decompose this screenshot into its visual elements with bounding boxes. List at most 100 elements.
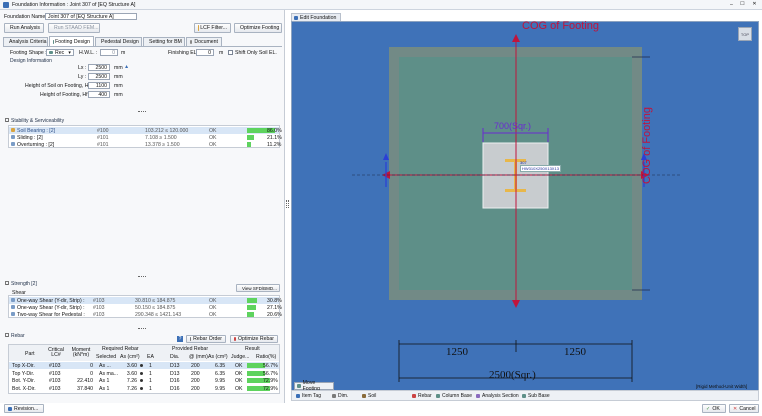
optimize-rebar-button[interactable]: Optimize Rebar [230, 335, 278, 343]
rebar-at[interactable]: 200 [191, 371, 200, 377]
toggle-icon [296, 393, 300, 398]
view-toggle-4[interactable]: Column Base [436, 392, 472, 399]
rebar-ea[interactable]: 1 [149, 371, 152, 377]
toggle-label: Analysis Section [482, 392, 519, 399]
collapse-icon-2[interactable]: - [5, 281, 9, 286]
view-toggle-1[interactable]: Dim. [332, 392, 348, 399]
rebar-ea[interactable]: 1 [149, 386, 152, 392]
rebar-at[interactable]: 200 [191, 363, 200, 369]
rebar-title: Rebar [11, 333, 25, 339]
x-icon: ✕ [733, 405, 738, 412]
foundation-name-field[interactable]: Joint 307 of [EQ Structure A] [45, 13, 137, 20]
view-toggle-0[interactable]: Item Tag [296, 392, 321, 399]
cancel-button[interactable]: ✕ Cancel [729, 404, 759, 413]
lcf-filter-label: LCF Filter... [200, 25, 227, 31]
run-analysis-button[interactable]: Run Analysis [4, 23, 44, 33]
ly-field[interactable]: 2500 [88, 73, 110, 80]
toggle-icon [362, 393, 366, 398]
ok-button[interactable]: ✓ OK [702, 404, 726, 413]
rebar-lc: #103 [49, 385, 61, 392]
viewport-canvas[interactable]: COG of Footing COG of Footing 700(Sqr.) … [291, 20, 759, 392]
rebar-selected[interactable]: As 1 [99, 386, 109, 392]
rebar-row[interactable]: Top X-Dir. #103 0 As ... 3.60 1 D13 200 6.35 OK 56… [9, 362, 279, 369]
hwl-field[interactable]: 0 [100, 49, 118, 56]
check-status: OK [209, 142, 217, 148]
footing-shape-select[interactable]: Rec ▾ [46, 49, 74, 56]
rebar-moment: 22.410 [77, 378, 93, 384]
lcf-filter-button[interactable]: LCF Filter... [194, 23, 231, 33]
tab-setting-bm[interactable]: Setting for BM [143, 37, 185, 46]
ratio-bar [247, 298, 257, 303]
dim-left-label: 1250 [446, 346, 468, 358]
rebar-selected[interactable]: As 1 [99, 378, 109, 384]
table-row[interactable]: Soil Bearing : [2] #100 103.212 ≤ 120.000 O… [9, 127, 282, 134]
footing-height-field[interactable]: 400 [88, 91, 110, 98]
view-cube[interactable]: TOP [738, 27, 752, 41]
view-toggle-3[interactable]: Rebar [412, 392, 432, 399]
rebar-row[interactable]: Top Y-Dir. #103 0 As ma... 3.60 1 D13 200 6.35 OK… [9, 370, 279, 377]
tab-analysis-criteria[interactable]: Analysis Criteria [3, 37, 48, 46]
check-value: 290.348 ≤ 1421.143 [135, 312, 182, 318]
rebar-row[interactable]: Bot. Y-Dir. #103 22.410 As 1 7.26 1 D16 200 9.95… [9, 377, 279, 384]
toggle-label: Soil [368, 392, 377, 399]
rebar-part: Bot. X-Dir. [12, 385, 36, 392]
rebar-moment: 0 [90, 370, 93, 377]
col-part: Part [25, 351, 35, 357]
rebar-dia[interactable]: D16 [170, 378, 180, 384]
tab-label: Pedestal Design [101, 39, 139, 45]
rebar-dia[interactable]: D16 [170, 386, 180, 392]
panel-splitter[interactable] [286, 200, 289, 208]
view-sfd-bmd-button[interactable]: View SFD/BMD... [236, 284, 280, 292]
close-icon[interactable]: ✕ [751, 1, 758, 8]
optimize-footing-button[interactable]: Optimize Footing [234, 23, 282, 33]
col-as-req: As (cm²) [120, 354, 140, 360]
rebar-lc: #103 [49, 363, 61, 369]
collapse-icon-3[interactable]: - [5, 333, 9, 338]
shift-soil-checkbox[interactable] [228, 50, 233, 55]
tab-pedestal-design[interactable]: Pedestal Design [95, 37, 142, 46]
rebar-ea[interactable]: 1 [149, 378, 152, 384]
viewport-tab[interactable]: Edit Foundation [291, 13, 341, 21]
pin-icon[interactable]: ▲ [124, 64, 129, 70]
revision-button[interactable]: Revision... [4, 404, 44, 413]
splitter-grip-2[interactable] [138, 276, 146, 277]
help-icon[interactable]: ? [177, 336, 183, 342]
tab-label: Analysis Criteria [9, 39, 47, 45]
collapse-icon[interactable]: - [5, 118, 9, 123]
view-toggle-5[interactable]: Analysis Section [476, 392, 519, 399]
tab-document[interactable]: Document [186, 37, 222, 46]
view-toggle-2[interactable]: Soil [362, 392, 376, 399]
table-row[interactable]: Two-way Shear for Pedestal : #103 290.348 … [9, 311, 282, 318]
rebar-selected[interactable]: As ma... [99, 371, 118, 377]
rebar-at[interactable]: 200 [191, 386, 200, 392]
soil-height-unit: mm [114, 83, 123, 89]
move-footing-button[interactable]: Move Footing [294, 380, 334, 392]
maximize-icon[interactable]: ☐ [739, 1, 746, 8]
splitter-grip-3[interactable] [138, 328, 146, 329]
status-icon [11, 128, 15, 132]
rebar-dia[interactable]: D13 [170, 363, 180, 369]
col-result: Result [245, 346, 260, 352]
minimize-icon[interactable]: – [728, 2, 735, 8]
app-icon [3, 2, 9, 8]
ly-label: Ly : [78, 74, 87, 80]
rebar-order-button[interactable]: Rebar Order [186, 335, 226, 343]
rebar-ea[interactable]: 1 [149, 363, 152, 369]
table-row[interactable]: Sliding : [2] #101 7.108 ≥ 1.500 OK 21.1% [9, 134, 282, 141]
table-row[interactable]: One-way Shear (Y-dir, Strip) : #103 30.810… [9, 297, 282, 304]
soil-height-field[interactable]: 1100 [88, 82, 110, 89]
rebar-selected[interactable]: As ... [99, 363, 111, 369]
rebar-at[interactable]: 200 [191, 378, 200, 384]
run-staad-label: Run STAAD FEM... [54, 25, 99, 31]
lx-field[interactable]: 2500 [88, 64, 110, 71]
splitter-grip[interactable] [138, 111, 146, 112]
table-row[interactable]: Overturning : [2] #101 13.378 ≥ 1.500 OK 11.… [9, 141, 281, 148]
stability-title: Stability & Serviceability [11, 118, 65, 124]
view-toggle-6[interactable]: Sub Base [522, 392, 550, 399]
finishing-el-field[interactable]: 0 [196, 49, 214, 56]
run-staad-button[interactable]: Run STAAD FEM... [48, 23, 100, 33]
table-row[interactable]: One-way Shear (Y-dir, Strip) : #103 50.150… [9, 304, 282, 311]
rebar-dia[interactable]: D13 [170, 371, 180, 377]
rebar-row[interactable]: Bot. X-Dir. #103 37.840 As 1 7.26 1 D16 200 9.95… [9, 385, 279, 392]
tab-footing-design[interactable]: Footing Design [49, 36, 94, 46]
